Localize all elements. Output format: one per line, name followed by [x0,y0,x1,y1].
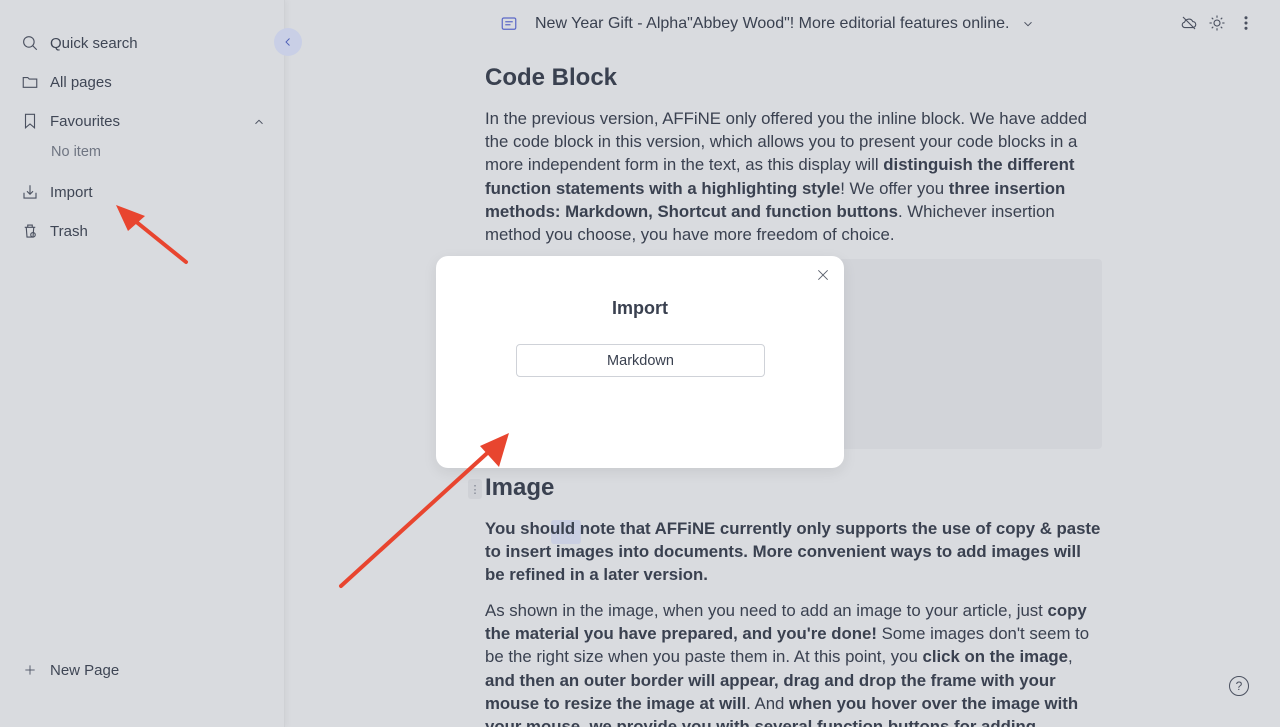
plus-icon [20,663,40,677]
image-heading: Image [485,474,555,501]
sidebar: Quick search All pages Favourites No ite… [0,0,285,727]
sidebar-item-label: Trash [50,222,88,240]
favourites-empty-text: No item [51,144,101,160]
page-icon [500,15,518,33]
sidebar-item-trash[interactable]: Trash [20,217,88,245]
text-run: ! We offer you [840,178,949,198]
sidebar-item-favourites[interactable]: Favourites [20,107,120,135]
code-block-heading: Code Block [485,64,618,91]
search-icon [20,33,40,53]
sidebar-item-all-pages[interactable]: All pages [20,68,112,96]
cloud-off-icon[interactable] [1180,14,1198,32]
folder-icon [20,72,40,92]
new-page-button[interactable]: New Page [20,656,119,684]
sidebar-item-import[interactable]: Import [20,178,93,206]
sidebar-item-label: Favourites [50,112,121,130]
help-icon[interactable]: ? [1229,676,1249,696]
sun-icon[interactable] [1208,14,1226,32]
sidebar-item-label: Import [50,183,93,201]
more-vertical-icon[interactable] [1237,14,1255,32]
image-paragraph: As shown in the image, when you need to … [485,599,1105,727]
code-block-paragraph: In the previous version, AFFiNE only off… [485,107,1105,246]
sidebar-item-label: All pages [50,73,112,91]
bold-run: click on the image [922,647,1068,667]
close-icon[interactable] [814,266,832,284]
new-page-label: New Page [50,661,120,679]
text-run: As shown in the image, when you need to … [485,601,1048,620]
chevron-down-icon [1021,17,1035,31]
doc-title: New Year Gift - Alpha"Abbey Wood"! More … [535,15,1010,32]
trash-icon [20,221,40,241]
drag-handle[interactable]: ⋮ [468,479,482,499]
text-run: , [1068,647,1073,667]
import-modal: Import Markdown [436,256,844,468]
text-run: . And [746,693,790,713]
doc-title-bar[interactable]: New Year Gift - Alpha"Abbey Wood"! More … [500,12,1035,36]
chevron-up-icon[interactable] [249,112,269,132]
import-icon [20,182,40,202]
collapse-sidebar-button[interactable] [274,28,302,56]
bookmark-icon [20,111,40,131]
sidebar-item-label: Quick search [50,34,138,52]
chevron-left-icon [285,38,290,46]
import-markdown-button[interactable]: Markdown [516,344,765,377]
sidebar-item-quick-search[interactable]: Quick search [20,29,138,57]
modal-title: Import [612,298,668,318]
image-note-paragraph: You should note that AFFiNE currently on… [485,519,1101,585]
